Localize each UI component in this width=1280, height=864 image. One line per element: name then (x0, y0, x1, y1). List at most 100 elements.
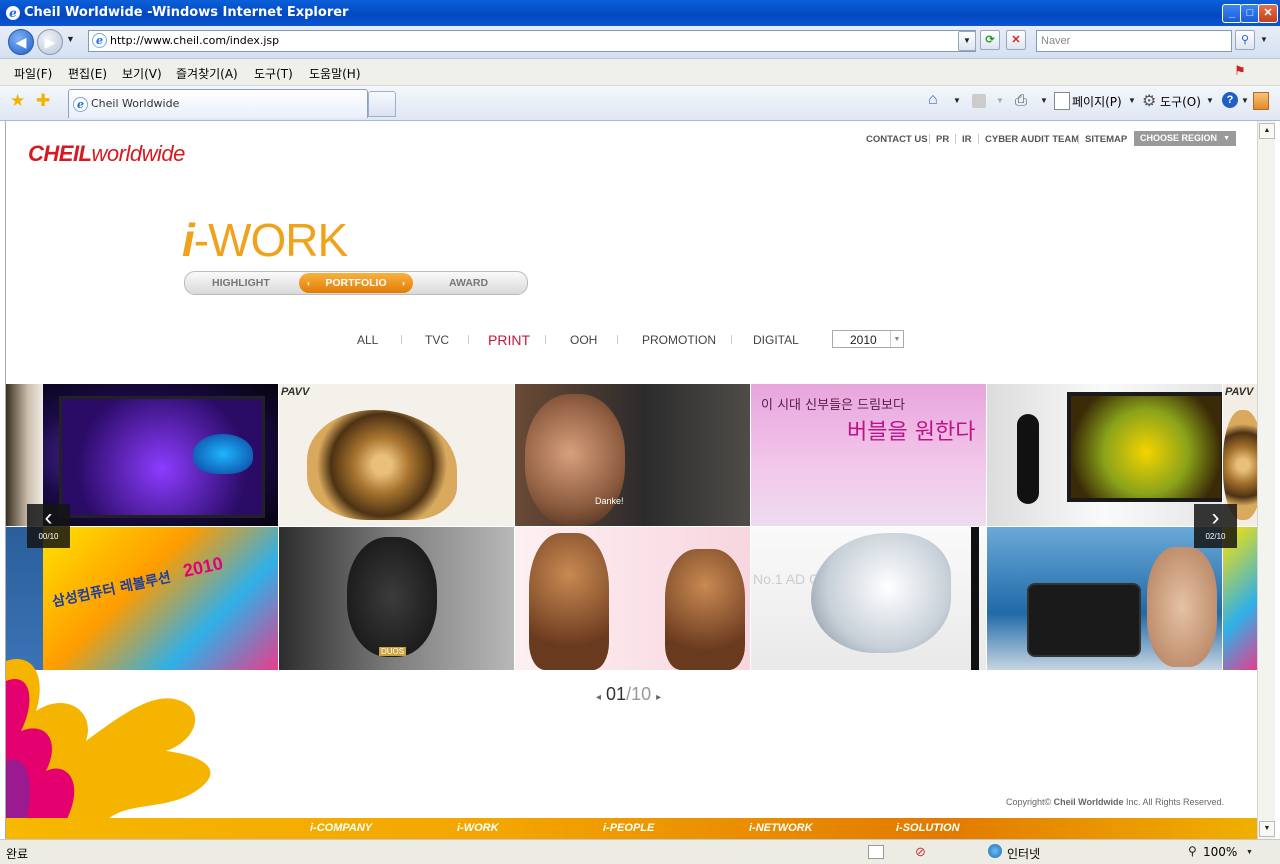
forward-button[interactable]: ▶ (37, 29, 63, 55)
choose-region-button[interactable]: CHOOSE REGION ▼ (1134, 131, 1236, 146)
zoom-dropdown-icon[interactable]: ▼ (1246, 849, 1253, 856)
menu-edit[interactable]: 편집(E) (68, 65, 107, 82)
portrait-shape (529, 533, 609, 670)
maximize-button[interactable]: □ (1240, 4, 1260, 23)
portfolio-thumb[interactable]: No.1 AD Channel (751, 527, 986, 670)
menu-tools[interactable]: 도구(T) (254, 65, 293, 82)
copyright: Copyright© Cheil Worldwide Inc. All Righ… (1006, 797, 1224, 807)
zoom-level[interactable]: 100% (1203, 845, 1237, 859)
footer-solution[interactable]: i-SOLUTION (896, 822, 960, 834)
home-icon[interactable]: ⌂ (928, 91, 938, 109)
subnav-award[interactable]: AWARD (449, 277, 488, 289)
speaker-shape (1017, 414, 1039, 504)
footer-company[interactable]: i-COMPANY (310, 822, 372, 834)
refresh-icon[interactable]: ⟳ (980, 30, 1000, 50)
scrollbar[interactable]: ▲ ▼ (1257, 121, 1275, 839)
address-url[interactable]: http://www.cheil.com/index.jsp (110, 34, 279, 47)
page-menu[interactable]: 페이지(P) (1072, 93, 1122, 110)
help-dropdown-icon[interactable]: ▼ (1241, 96, 1249, 105)
chevron-down-icon: ▼ (890, 331, 903, 347)
category-tvc[interactable]: TVC (425, 333, 449, 347)
research-icon[interactable] (1253, 92, 1269, 110)
portfolio-thumb[interactable]: PAVV (279, 384, 514, 526)
portfolio-thumb[interactable] (43, 384, 278, 526)
close-button[interactable]: ✕ (1258, 4, 1278, 23)
portfolio-thumb[interactable]: Danke! (515, 384, 750, 526)
portfolio-thumb[interactable] (987, 384, 1222, 526)
menu-file[interactable]: 파일(F) (14, 65, 52, 82)
nav-separator (1078, 134, 1079, 144)
address-toolbar: ◀ ▶ ▼ e http://www.cheil.com/index.jsp ▼… (0, 26, 1280, 59)
portfolio-thumb[interactable]: DUOS (279, 527, 514, 670)
zoom-icon[interactable]: ⚲ (1188, 844, 1197, 858)
feeds-icon[interactable] (972, 94, 986, 108)
search-placeholder: Naver (1041, 35, 1071, 47)
prev-counter: 00/10 (38, 532, 59, 541)
address-bar[interactable]: e http://www.cheil.com/index.jsp ▼ (88, 30, 976, 52)
back-button[interactable]: ◀ (8, 29, 34, 55)
tab-cheil-worldwide[interactable]: e Cheil Worldwide (68, 89, 368, 118)
cheil-logo[interactable]: CHEILworldwide (28, 141, 185, 167)
search-options-icon[interactable]: ▼ (1260, 35, 1268, 44)
feeds-dropdown-icon[interactable]: ▼ (996, 96, 1004, 105)
tools-dropdown-icon[interactable]: ▼ (1206, 96, 1214, 105)
privacy-icon[interactable]: ⊘ (915, 844, 926, 860)
nav-cyber-audit-team[interactable]: CYBER AUDIT TEAM (985, 134, 1079, 145)
history-dropdown-icon[interactable]: ▼ (66, 34, 75, 44)
category-promotion[interactable]: PROMOTION (642, 333, 716, 347)
nav-ir[interactable]: IR (962, 134, 972, 145)
print-dropdown-icon[interactable]: ▼ (1040, 96, 1048, 105)
next-button[interactable]: › 02/10 (1194, 504, 1237, 548)
footer-network[interactable]: i-NETWORK (749, 822, 813, 834)
ie-icon: e (6, 6, 20, 20)
search-icon[interactable]: ⚲ (1235, 30, 1255, 50)
translate-icon[interactable]: ⚑ (1234, 63, 1250, 79)
scroll-up-icon[interactable]: ▲ (1259, 123, 1275, 139)
help-icon[interactable]: ? (1222, 92, 1238, 108)
category-print[interactable]: PRINT (488, 332, 530, 348)
portfolio-thumb[interactable]: 삼성컴퓨터 레볼루션 2010 (43, 527, 278, 670)
page-dropdown-icon[interactable]: ▼ (1128, 96, 1136, 105)
portfolio-thumb[interactable]: 이 시대 신부들은 드림보다 버블을 원한다 (751, 384, 986, 526)
pager-prev-icon[interactable]: ◂ (596, 692, 601, 703)
add-favorite-icon[interactable]: ✚ (36, 91, 50, 111)
address-dropdown-button[interactable]: ▼ (958, 31, 976, 51)
new-tab-button[interactable] (368, 91, 396, 117)
favorites-star-icon[interactable]: ★ (10, 91, 25, 111)
nav-contact-us[interactable]: CONTACT US (866, 134, 928, 145)
print-icon[interactable]: ⎙ (1015, 92, 1027, 109)
thumb-brand-text: PAVV (281, 386, 310, 398)
portfolio-thumb[interactable] (987, 527, 1222, 670)
pager-next-icon[interactable]: ▸ (656, 692, 661, 703)
menu-view[interactable]: 보기(V) (122, 65, 162, 82)
scroll-down-icon[interactable]: ▼ (1259, 821, 1275, 837)
nav-pr[interactable]: PR (936, 134, 949, 145)
status-text: 완료 (6, 847, 29, 861)
menu-help[interactable]: 도움말(H) (309, 65, 361, 82)
page-icon-cmd (1054, 92, 1070, 110)
menu-favorites[interactable]: 즐겨찾기(A) (176, 65, 238, 82)
portfolio-thumb[interactable] (515, 527, 750, 670)
copyright-suffix: Inc. All Rights Reserved. (1123, 797, 1225, 807)
portfolio-thumb[interactable] (6, 527, 43, 670)
minimize-button[interactable]: _ (1222, 4, 1242, 23)
category-ooh[interactable]: OOH (570, 333, 597, 347)
footer-people[interactable]: i-PEOPLE (603, 822, 654, 834)
category-digital[interactable]: DIGITAL (753, 333, 799, 347)
home-dropdown-icon[interactable]: ▼ (953, 96, 961, 105)
search-input[interactable]: Naver (1036, 30, 1232, 52)
pager: ◂ 01/10 ▸ (596, 684, 661, 705)
category-all[interactable]: ALL (357, 333, 378, 347)
tools-menu[interactable]: 도구(O) (1160, 93, 1201, 110)
nav-separator (929, 134, 930, 144)
year-select[interactable]: 2010 ▼ (832, 330, 904, 348)
stop-icon[interactable]: ✕ (1006, 30, 1026, 50)
prev-button[interactable]: ‹ 00/10 (27, 504, 70, 548)
category-separator (617, 335, 618, 344)
chevron-right-icon: › (1211, 504, 1220, 531)
subnav-portfolio[interactable]: ‹ PORTFOLIO › (299, 273, 413, 293)
subnav-highlight[interactable]: HIGHLIGHT (212, 277, 270, 289)
nav-sitemap[interactable]: SITEMAP (1085, 134, 1127, 145)
portfolio-thumb[interactable] (1223, 527, 1258, 670)
footer-work[interactable]: i-WORK (457, 822, 499, 834)
